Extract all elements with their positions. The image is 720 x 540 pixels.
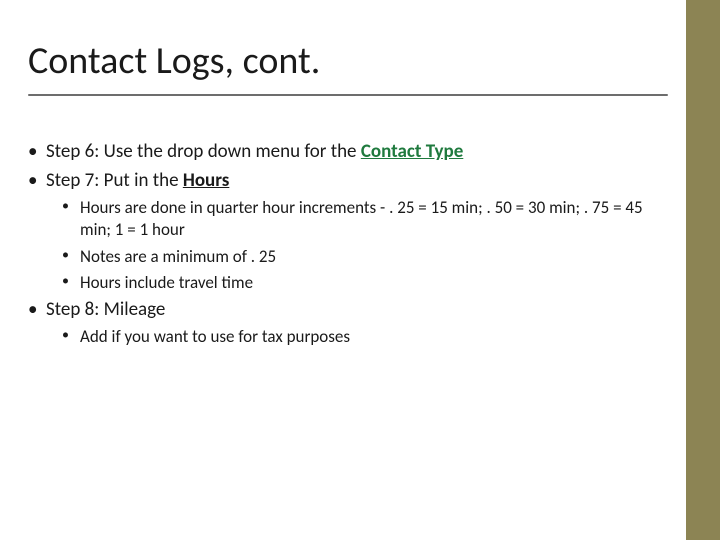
list-item: • Step 7: Put in the Hours [28,169,670,194]
title-underline [28,94,668,96]
step6-prefix: Step 6: Use the drop down menu for the [46,140,361,163]
list-item: • Hours include travel time [62,272,670,294]
step7-sub2: Notes are a minimum of . 25 [80,246,670,268]
bullet-icon: • [28,298,46,323]
step8-sub1: Add if you want to use for tax purposes [80,326,670,348]
bullet-icon: • [62,246,80,268]
step8-text: Step 8: Mileage [46,298,670,323]
step7-text: Step 7: Put in the Hours [46,169,670,194]
slide-content: Contact Logs, cont. • Step 6: Use the dr… [28,38,670,353]
step7-sub3: Hours include travel time [80,272,670,294]
decorative-side-bar [686,0,720,540]
slide-title: Contact Logs, cont. [28,38,670,84]
bullet-icon: • [62,272,80,294]
step7-prefix: Step 7: Put in the [46,169,183,192]
step7-sub1: Hours are done in quarter hour increment… [80,197,670,241]
bullet-icon: • [62,197,80,241]
hours-link[interactable]: Hours [183,169,230,192]
step6-text: Step 6: Use the drop down menu for the C… [46,140,670,165]
bullet-icon: • [62,326,80,348]
list-item: • Step 8: Mileage [28,298,670,323]
list-item: • Notes are a minimum of . 25 [62,246,670,268]
list-item: • Hours are done in quarter hour increme… [62,197,670,241]
contact-type-link[interactable]: Contact Type [361,140,463,163]
list-item: • Add if you want to use for tax purpose… [62,326,670,348]
bullet-icon: • [28,140,46,165]
bullet-icon: • [28,169,46,194]
list-item: • Step 6: Use the drop down menu for the… [28,140,670,165]
bullet-list: • Step 6: Use the drop down menu for the… [28,140,670,349]
